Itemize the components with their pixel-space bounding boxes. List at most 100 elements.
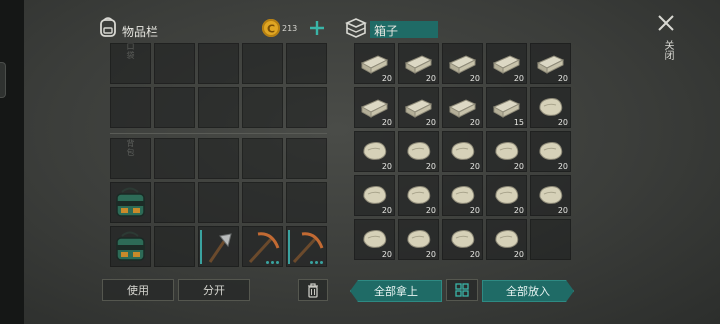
chest-slot[interactable]: 20 [442, 175, 483, 216]
backpack-slot[interactable] [198, 226, 239, 267]
backpack-slot[interactable] [154, 182, 195, 223]
pocket-slot[interactable] [110, 87, 151, 128]
chest-slot[interactable]: 20 [486, 131, 527, 172]
pocket-slot[interactable] [242, 87, 283, 128]
close-button[interactable] [655, 12, 677, 34]
stack-count: 20 [469, 118, 480, 127]
stack-count: 20 [513, 74, 524, 83]
backpack-slot[interactable] [110, 182, 151, 223]
chest-slot[interactable]: 20 [486, 175, 527, 216]
chest-slot[interactable]: 20 [354, 219, 395, 260]
stack-count: 20 [469, 162, 480, 171]
chest-slot[interactable]: 20 [398, 131, 439, 172]
pocket-slot[interactable] [242, 43, 283, 84]
backpack-slot[interactable] [242, 226, 283, 267]
chest-slot[interactable]: 20 [486, 219, 527, 260]
backpack-slot[interactable] [198, 182, 239, 223]
backpack-slot[interactable] [286, 182, 327, 223]
hatchet-icon [208, 233, 232, 263]
pocket-slot[interactable] [198, 43, 239, 84]
chest-slot[interactable]: 15 [486, 87, 527, 128]
chest-slot[interactable]: 20 [530, 43, 571, 84]
pocket-slot[interactable] [154, 43, 195, 84]
chest-slot[interactable]: 20 [354, 175, 395, 216]
stack-count: 20 [425, 206, 436, 215]
pocket-slot[interactable] [198, 87, 239, 128]
screen-left-edge [0, 0, 24, 324]
durability-bar [288, 230, 290, 264]
chest-slot[interactable]: 20 [354, 87, 395, 128]
chest-title-field[interactable]: 箱子 [370, 21, 438, 38]
pocket-slot[interactable] [286, 87, 327, 128]
sort-button[interactable] [446, 279, 478, 301]
chest-slot[interactable]: 20 [354, 131, 395, 172]
stack-count: 20 [425, 162, 436, 171]
stack-count: 20 [513, 250, 524, 259]
pocket-slot[interactable] [110, 43, 151, 84]
chest-slot[interactable]: 20 [398, 87, 439, 128]
backpack-slot[interactable] [110, 226, 151, 267]
stack-count: 20 [469, 74, 480, 83]
backpack-slot[interactable] [242, 138, 283, 179]
chest-slot[interactable]: 20 [398, 219, 439, 260]
stack-count: 20 [557, 118, 568, 127]
stack-count: 20 [381, 162, 392, 171]
stack-count: 20 [557, 74, 568, 83]
stack-count: 20 [557, 206, 568, 215]
add-currency-plus-icon[interactable] [307, 18, 327, 38]
trash-icon [308, 283, 318, 298]
backpack-slot[interactable] [286, 138, 327, 179]
stack-count: 20 [469, 250, 480, 259]
chest-slot[interactable]: 20 [398, 175, 439, 216]
side-handle[interactable] [0, 62, 6, 98]
backpack-slot[interactable] [242, 182, 283, 223]
chest-icon [345, 17, 367, 39]
close-icon [658, 15, 674, 31]
durability-bar [200, 230, 202, 264]
chest-slot[interactable] [530, 219, 571, 260]
take-all-button[interactable]: 全部拿上 [350, 280, 442, 302]
currency-amount: 213 [282, 24, 298, 33]
stack-count: 20 [557, 162, 568, 171]
stack-count: 20 [425, 250, 436, 259]
stack-count: 20 [513, 162, 524, 171]
stack-count: 20 [425, 74, 436, 83]
inventory-screen: 物品栏 C 213 口袋 背包 [24, 0, 720, 324]
backpack-slot[interactable] [154, 138, 195, 179]
stack-count: 20 [381, 74, 392, 83]
backpack-slot[interactable] [110, 138, 151, 179]
upgrade-dots [310, 261, 323, 264]
section-divider [110, 133, 327, 134]
chest-slot[interactable]: 20 [442, 131, 483, 172]
chest-title: 箱子 [374, 24, 399, 38]
stack-count: 20 [469, 206, 480, 215]
stack-count: 20 [381, 118, 392, 127]
backpack-slot[interactable] [154, 226, 195, 267]
split-button[interactable]: 分开 [178, 279, 250, 301]
chest-slot[interactable]: 20 [442, 87, 483, 128]
chest-slot[interactable]: 20 [486, 43, 527, 84]
svg-text:C: C [267, 23, 275, 36]
chest-slot[interactable]: 20 [442, 219, 483, 260]
chest-slot[interactable]: 20 [398, 43, 439, 84]
use-button[interactable]: 使用 [102, 279, 174, 301]
backpack-slot[interactable] [198, 138, 239, 179]
put-all-button[interactable]: 全部放入 [482, 280, 574, 302]
stack-count: 15 [513, 118, 524, 127]
stack-count: 20 [425, 118, 436, 127]
upgrade-dots [266, 261, 279, 264]
supply-bag-icon [116, 187, 145, 217]
backpack-slot[interactable] [286, 226, 327, 267]
stack-count: 20 [381, 206, 392, 215]
stack-count: 20 [381, 250, 392, 259]
chest-slot[interactable]: 20 [530, 131, 571, 172]
trash-button[interactable] [298, 279, 328, 301]
pocket-slot[interactable] [154, 87, 195, 128]
stack-count: 20 [513, 206, 524, 215]
chest-slot[interactable]: 20 [530, 87, 571, 128]
chest-slot[interactable]: 20 [354, 43, 395, 84]
chest-slot[interactable]: 20 [530, 175, 571, 216]
close-label: 关闭 [662, 40, 673, 60]
chest-slot[interactable]: 20 [442, 43, 483, 84]
pocket-slot[interactable] [286, 43, 327, 84]
